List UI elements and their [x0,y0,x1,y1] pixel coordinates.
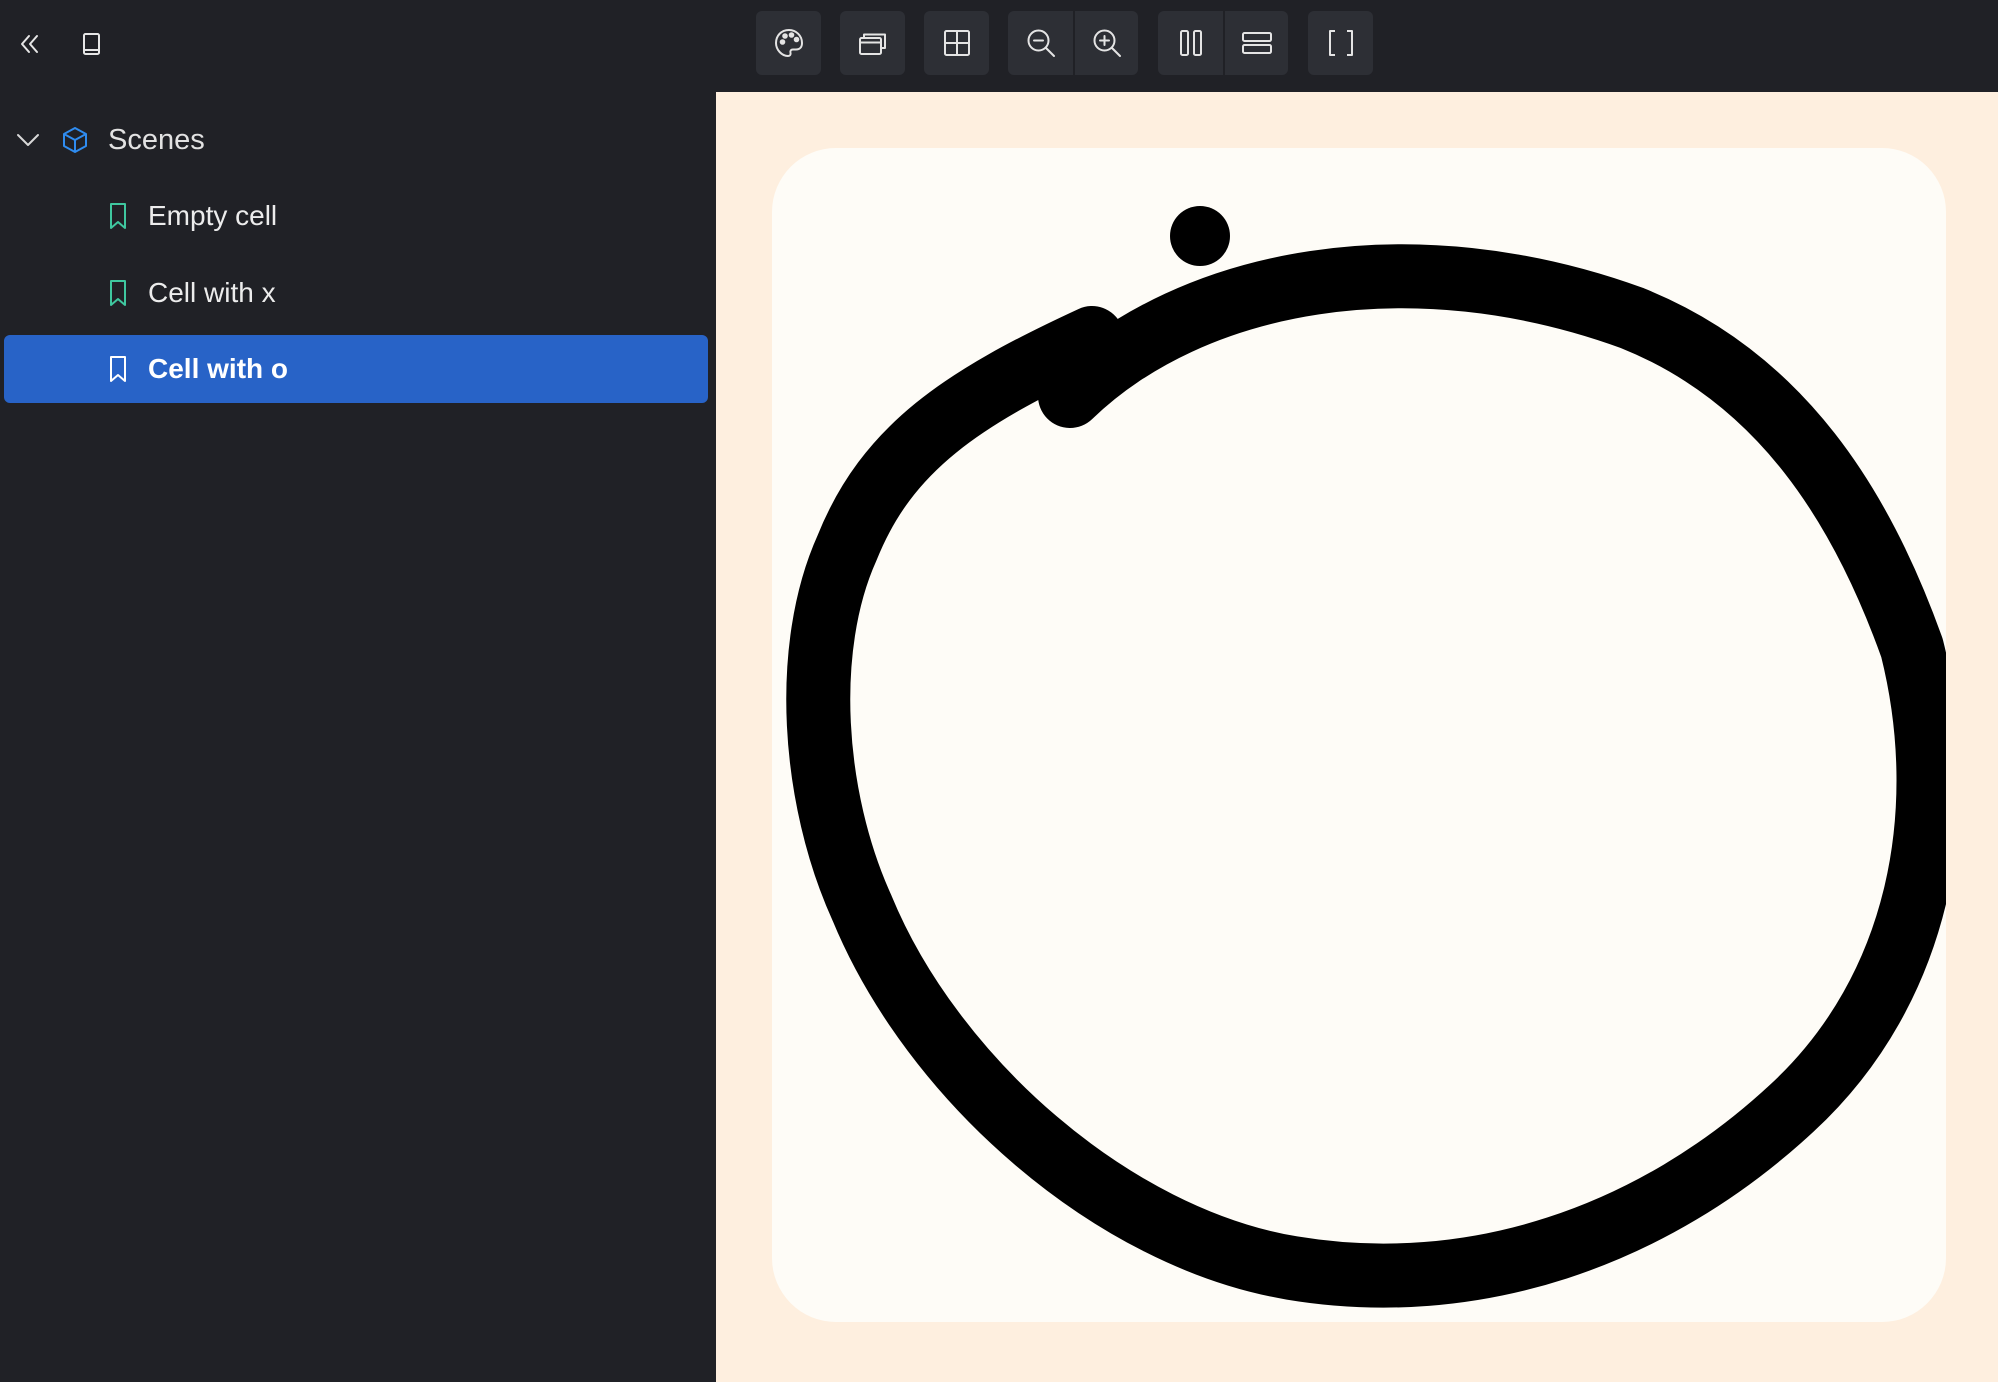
collapse-sidebar-icon [21,35,38,53]
change-background-button[interactable] [756,11,821,75]
toolbar-group-fullscreen [1308,11,1373,75]
book-icon [83,33,100,55]
storybook-app: Scenes Empty cell Cell with x Cell with … [0,0,1998,1382]
bookmark-icon [110,203,126,229]
grid-icon [943,30,970,56]
story-label: Cell with o [148,353,288,384]
viewport-button[interactable] [840,11,905,75]
game-cell[interactable] [772,148,1946,1322]
story-item-cell-with-x[interactable]: Cell with x [4,259,708,327]
tree-root-scenes[interactable]: Scenes [0,114,716,166]
collapse-sidebar-button[interactable] [4,18,54,70]
sidebar: Scenes Empty cell Cell with x Cell with … [0,92,716,1382]
toolbar-group-zoom [1008,11,1138,75]
layout-columns-button[interactable] [1158,11,1223,75]
story-item-cell-with-o[interactable]: Cell with o [4,335,708,403]
preview-canvas [716,92,1998,1382]
fullscreen-brackets-icon [1328,30,1353,56]
docs-button[interactable] [66,18,116,70]
component-cube-icon [63,127,87,153]
layout-columns-icon [1179,30,1202,56]
toolbar-group-backgrounds [756,11,821,75]
layout-rows-button[interactable] [1223,11,1288,75]
layout-rows-icon [1241,32,1272,54]
tree-root-label: Scenes [108,124,205,156]
toggle-grid-button[interactable] [924,11,989,75]
toolbar-group-grid [924,11,989,75]
story-label: Cell with x [148,277,276,308]
layers-icon [858,33,886,55]
palette-icon [774,29,803,57]
zoom-out-button[interactable] [1008,11,1073,75]
story-item-empty-cell[interactable]: Empty cell [4,182,708,250]
toolbar-group-viewport [840,11,905,75]
chevron-down-icon [17,134,39,146]
story-label: Empty cell [148,200,278,231]
fullscreen-button[interactable] [1308,11,1373,75]
zoom-in-button[interactable] [1073,11,1138,75]
bookmark-icon [110,356,126,382]
zoom-in-icon [1093,29,1121,57]
top-toolbar [0,0,1998,92]
zoom-out-icon [1027,29,1055,57]
toolbar-group-layout [1158,11,1288,75]
o-mark [786,206,1946,1308]
bookmark-icon [110,280,126,306]
